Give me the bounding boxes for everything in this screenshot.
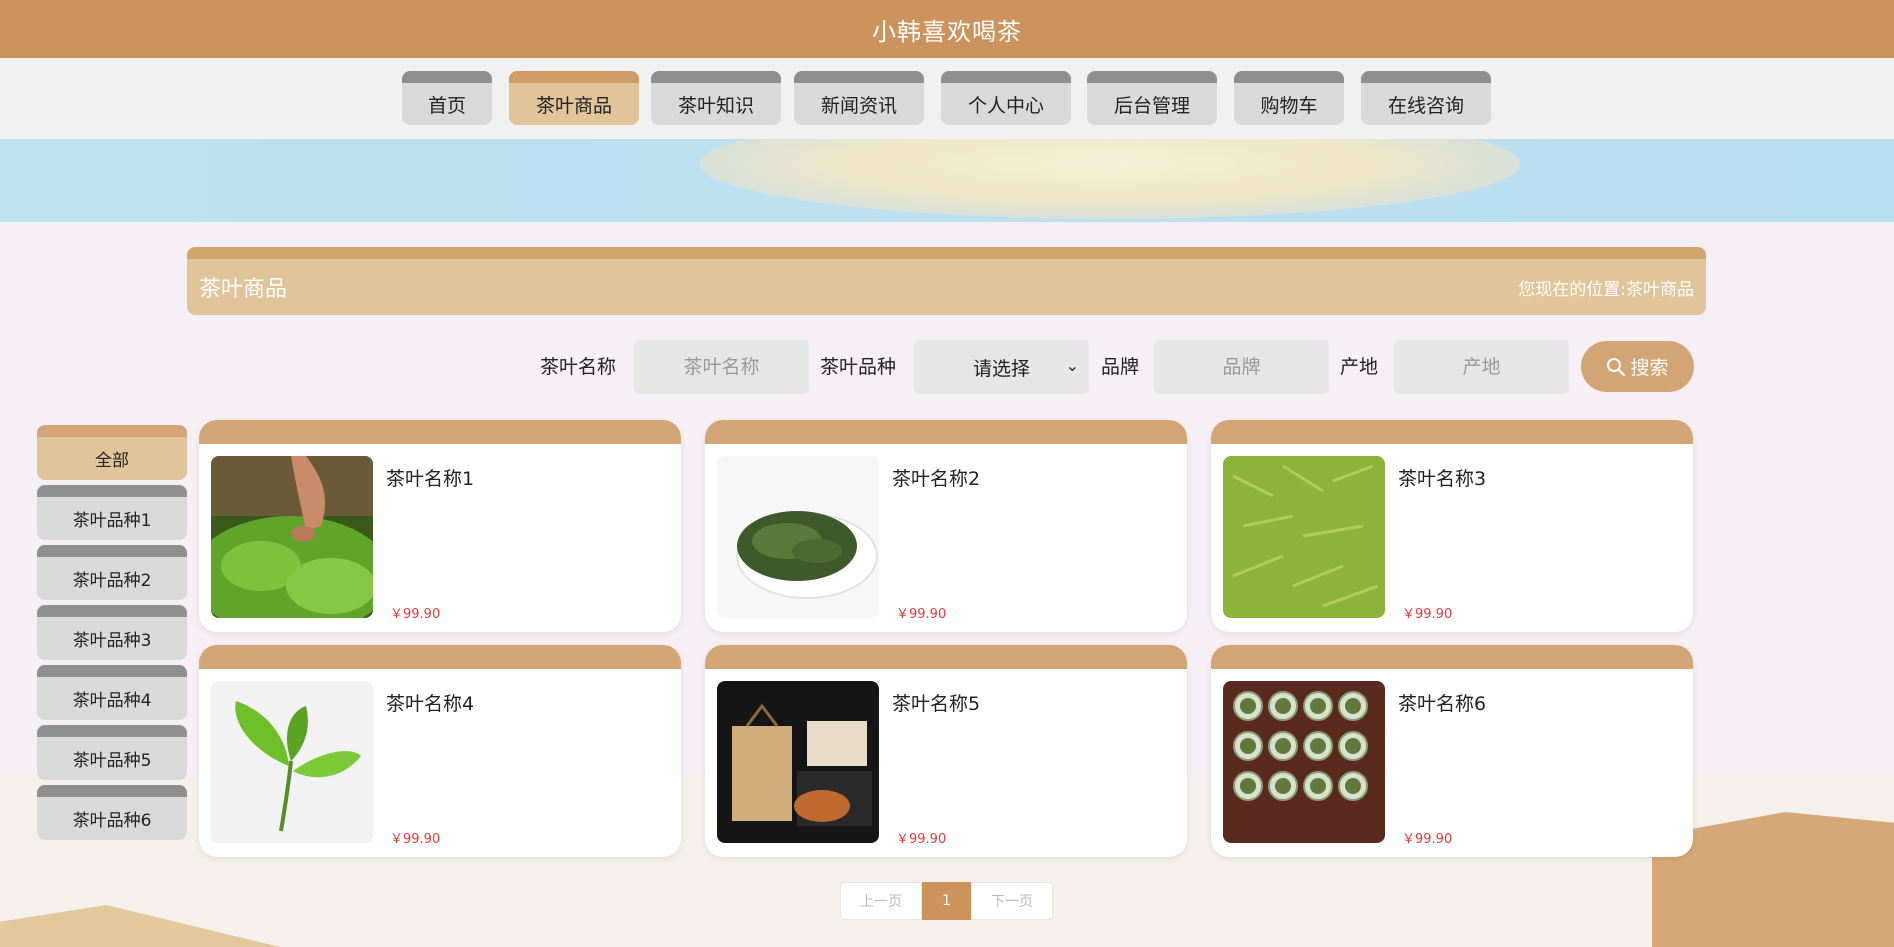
banner-tea-bowl-image (700, 139, 1520, 219)
chevron-down-icon: ⌄ (1065, 356, 1079, 375)
search-button-label: 搜索 (1630, 357, 1669, 379)
tea-variety-select[interactable]: 请选择 ⌄ (914, 340, 1089, 394)
category-variety-2[interactable]: 茶叶品种2 (37, 545, 187, 600)
product-card[interactable]: 茶叶名称1 ￥99.90 (199, 420, 681, 632)
pagination-page-1[interactable]: 1 (922, 882, 971, 920)
product-name: 茶叶名称1 (386, 468, 475, 490)
product-name: 茶叶名称4 (386, 693, 475, 715)
category-variety-1[interactable]: 茶叶品种1 (37, 485, 187, 540)
nav-item-tea-knowledge[interactable]: 茶叶知识 (651, 71, 781, 125)
category-variety-5[interactable]: 茶叶品种5 (37, 725, 187, 780)
section-header: 茶叶商品 您现在的位置: 茶叶商品 (187, 247, 1706, 315)
nav-item-cart[interactable]: 购物车 (1234, 71, 1344, 125)
tea-variety-label: 茶叶品种 (820, 356, 897, 378)
brand-input[interactable] (1154, 340, 1329, 394)
product-price: ￥99.90 (1402, 607, 1453, 622)
category-variety-4[interactable]: 茶叶品种4 (37, 665, 187, 720)
product-card[interactable]: 茶叶名称5 ￥99.90 (705, 645, 1187, 857)
origin-label: 产地 (1340, 356, 1379, 378)
nav-item-tea-products[interactable]: 茶叶商品 (509, 71, 639, 125)
product-card[interactable]: 茶叶名称6 ￥99.90 (1211, 645, 1693, 857)
breadcrumb: 您现在的位置: 茶叶商品 (1518, 275, 1694, 300)
tea-name-label: 茶叶名称 (540, 356, 617, 378)
product-image-gift-box (717, 681, 879, 843)
product-price: ￥99.90 (390, 607, 441, 622)
site-title: 小韩喜欢喝茶 (872, 17, 1022, 46)
hero-banner (0, 139, 1894, 222)
category-all[interactable]: 全部 (37, 425, 187, 480)
product-price: ￥99.90 (1402, 832, 1453, 847)
main-nav: 首页 茶叶商品 茶叶知识 新闻资讯 个人中心 后台管理 购物车 在线咨询 (0, 58, 1894, 139)
nav-item-personal-center[interactable]: 个人中心 (941, 71, 1071, 125)
tea-name-input[interactable] (634, 340, 809, 394)
product-card[interactable]: 茶叶名称2 ￥99.90 (705, 420, 1187, 632)
pagination-prev-button[interactable]: 上一页 (840, 882, 922, 920)
section-title: 茶叶商品 (199, 277, 288, 302)
search-icon (1607, 357, 1626, 376)
product-name: 茶叶名称5 (892, 693, 981, 715)
product-image-tea-bowl (717, 456, 879, 618)
product-card[interactable]: 茶叶名称4 ￥99.90 (199, 645, 681, 857)
product-name: 茶叶名称2 (892, 468, 981, 490)
product-name: 茶叶名称6 (1398, 693, 1487, 715)
nav-item-home[interactable]: 首页 (402, 71, 492, 125)
product-price: ￥99.90 (896, 832, 947, 847)
product-image-tea-picking (211, 456, 373, 618)
category-variety-3[interactable]: 茶叶品种3 (37, 605, 187, 660)
breadcrumb-prefix: 您现在的位置: (1518, 279, 1626, 300)
product-price: ￥99.90 (390, 832, 441, 847)
product-image-tea-sprig (211, 681, 373, 843)
tea-variety-selected-value: 请选择 (972, 357, 1030, 380)
nav-item-news[interactable]: 新闻资讯 (794, 71, 924, 125)
nav-item-online-consult[interactable]: 在线咨询 (1361, 71, 1491, 125)
origin-input[interactable] (1394, 340, 1569, 394)
pagination-next-button[interactable]: 下一页 (971, 882, 1053, 920)
nav-item-admin[interactable]: 后台管理 (1087, 71, 1217, 125)
product-image-tea-samples (1223, 681, 1385, 843)
search-button[interactable]: 搜索 (1581, 341, 1694, 392)
brand-label: 品牌 (1101, 356, 1140, 378)
breadcrumb-current[interactable]: 茶叶商品 (1626, 275, 1694, 300)
site-header: 小韩喜欢喝茶 (0, 0, 1894, 58)
product-price: ￥99.90 (896, 607, 947, 622)
product-name: 茶叶名称3 (1398, 468, 1487, 490)
product-image-tea-leaves (1223, 456, 1385, 618)
category-variety-6[interactable]: 茶叶品种6 (37, 785, 187, 840)
product-card[interactable]: 茶叶名称3 ￥99.90 (1211, 420, 1693, 632)
